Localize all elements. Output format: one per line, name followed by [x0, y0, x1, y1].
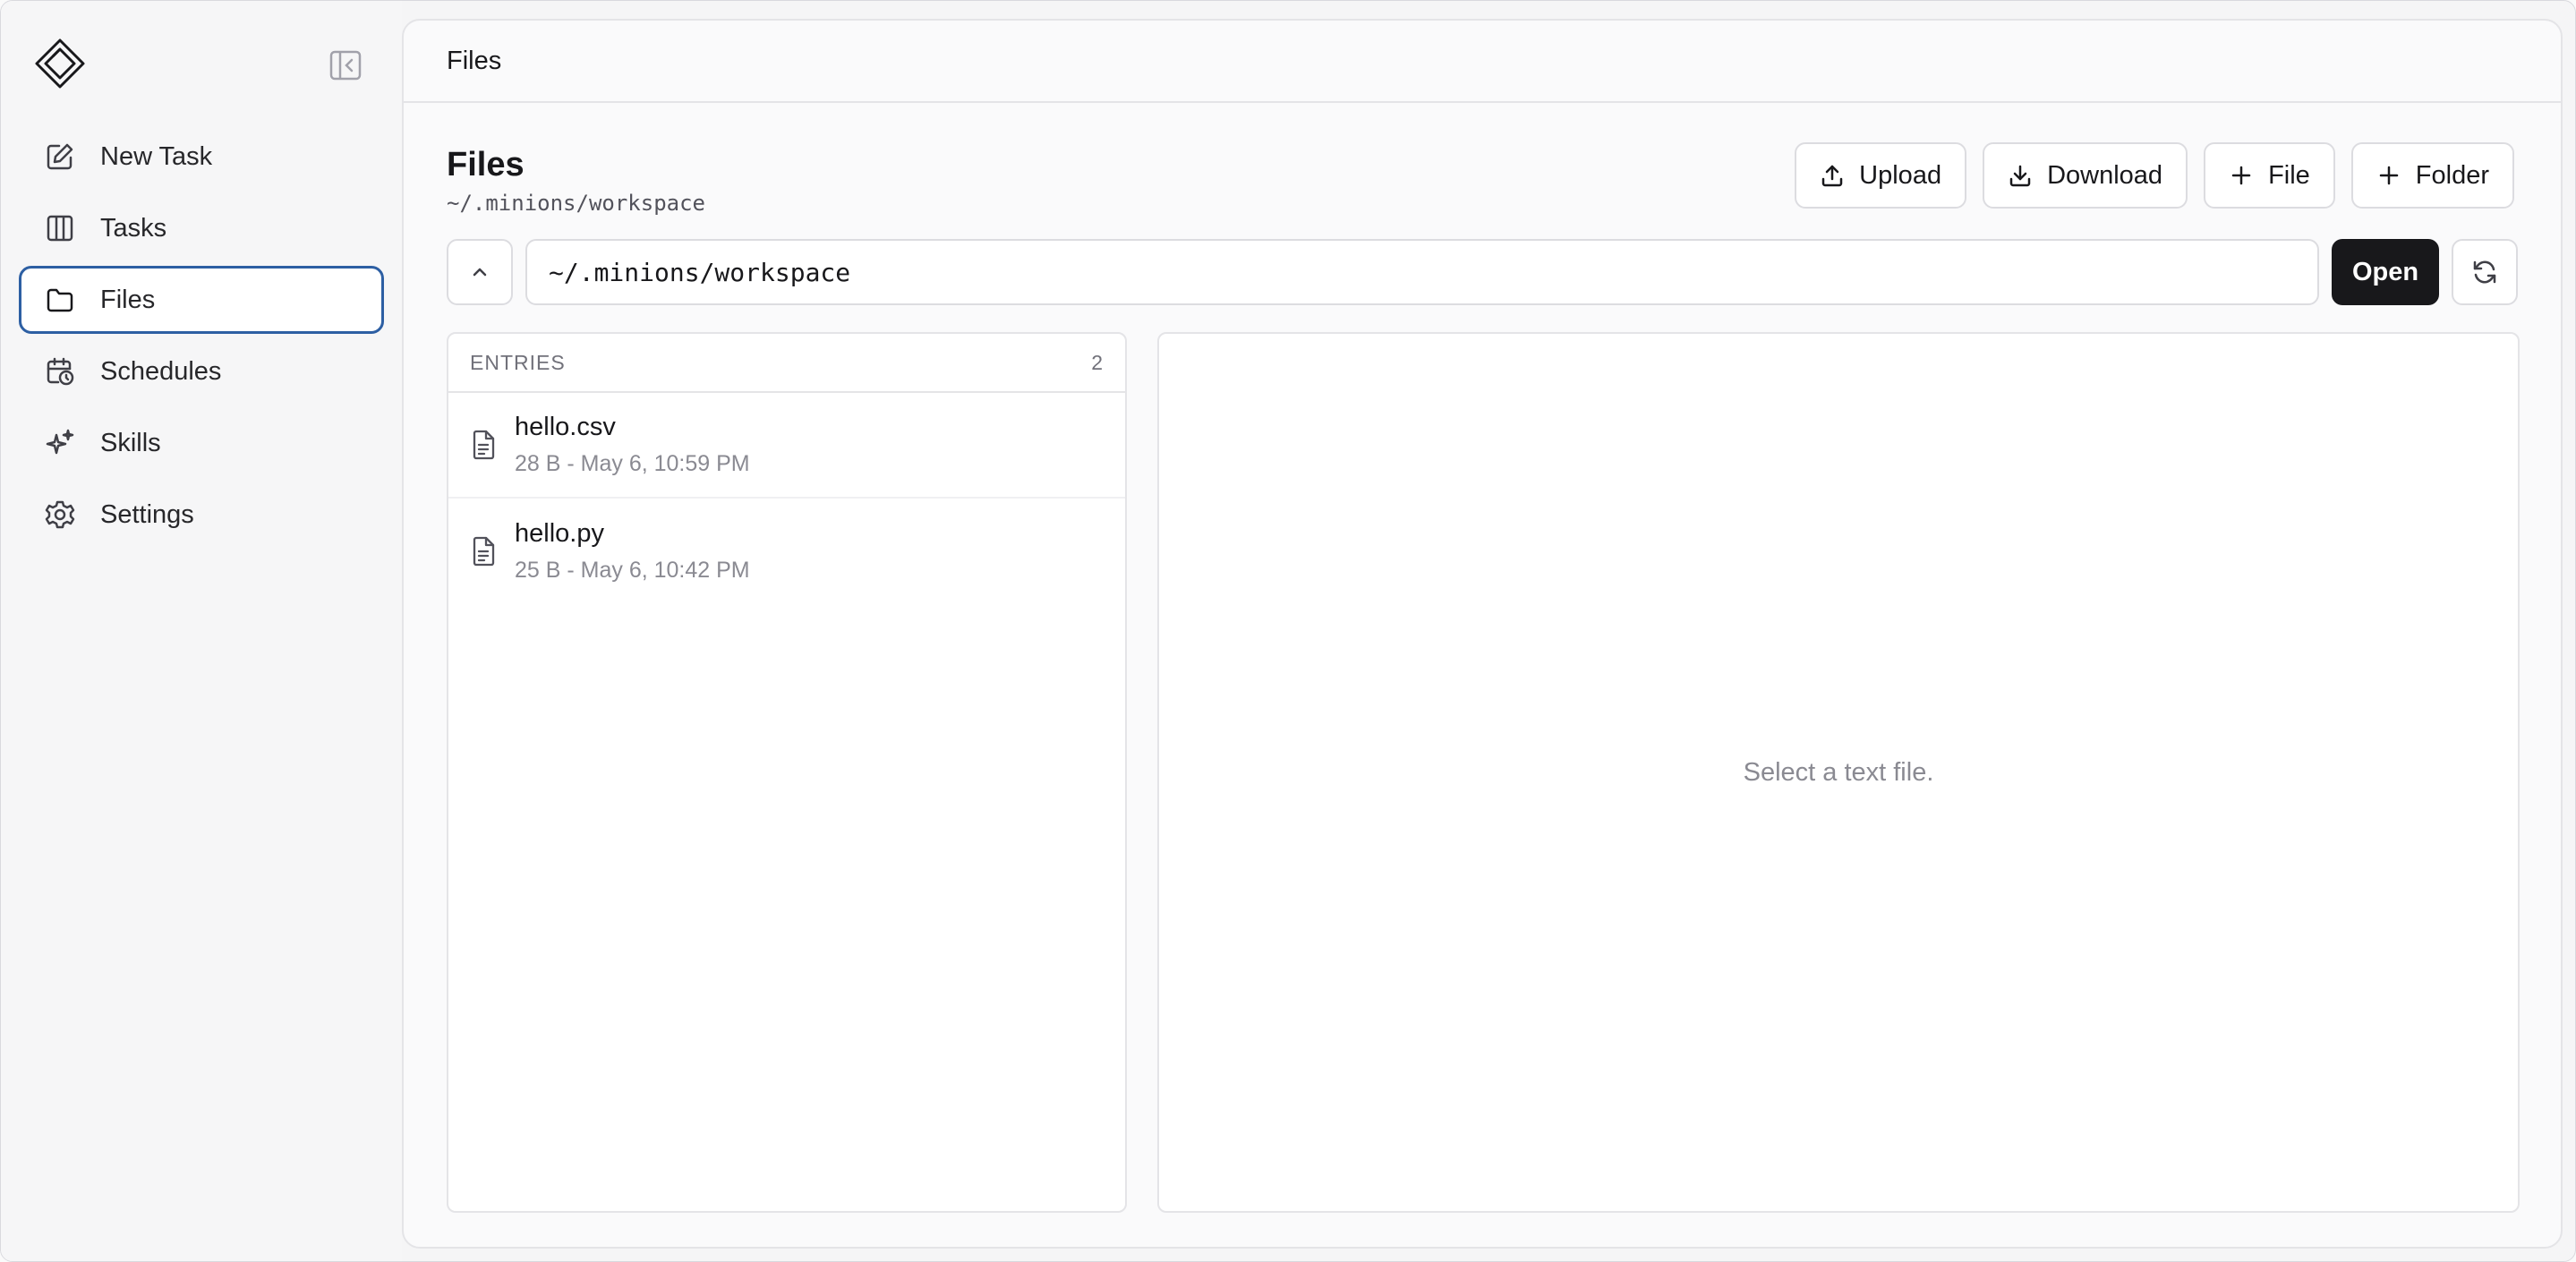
upload-button[interactable]: Upload	[1795, 142, 1967, 209]
sidebar-nav: New Task Tasks Files Schedules Skills Se…	[19, 123, 384, 552]
sidebar-item-label: Schedules	[100, 356, 222, 386]
pencil-square-icon	[47, 143, 73, 170]
file-text-icon	[473, 536, 495, 567]
sidebar-item-label: New Task	[100, 141, 213, 171]
gear-icon	[45, 500, 75, 529]
file-preview-panel: Select a text file.	[1157, 332, 2520, 1213]
file-meta: 25 B - May 6, 10:42 PM	[515, 558, 750, 583]
app-window: New Task Tasks Files Schedules Skills Se…	[0, 0, 2576, 1262]
folder-icon	[47, 288, 73, 312]
sidebar-item-tasks[interactable]: Tasks	[19, 194, 384, 262]
sidebar-item-new-task[interactable]: New Task	[19, 123, 384, 191]
file-name: hello.csv	[515, 413, 616, 441]
file-meta: 28 B - May 6, 10:59 PM	[515, 451, 750, 476]
main-panel: Files Files ~/.minions/workspace Upload	[402, 19, 2563, 1249]
diamond-logo-icon[interactable]	[33, 37, 87, 90]
path-input[interactable]	[525, 239, 2319, 305]
refresh-button[interactable]	[2452, 239, 2518, 305]
download-icon	[2009, 165, 2031, 187]
entries-panel: ENTRIES 2 hello.csv 28 B - May 6, 10:59 …	[447, 332, 1127, 1213]
parent-directory-button[interactable]	[447, 239, 513, 305]
file-list-item[interactable]: hello.csv 28 B - May 6, 10:59 PM	[448, 393, 1125, 499]
entries-header-label: ENTRIES	[470, 350, 566, 374]
page-subtitle-path: ~/.minions/workspace	[447, 191, 705, 216]
plus-icon	[2231, 166, 2251, 185]
open-button[interactable]: Open	[2332, 239, 2439, 305]
upload-icon	[1821, 165, 1843, 187]
refresh-icon	[2473, 260, 2496, 284]
path-bar: Open	[447, 239, 2518, 305]
file-list-item[interactable]: hello.py 25 B - May 6, 10:42 PM	[448, 499, 1125, 604]
topbar-title: Files	[447, 46, 502, 75]
sidebar-item-skills[interactable]: Skills	[19, 409, 384, 477]
new-folder-label: Folder	[2415, 160, 2489, 190]
action-toolbar: Upload Download File Folder	[1795, 142, 2514, 209]
download-label: Download	[2047, 160, 2163, 190]
sidebar-collapse-icon[interactable]	[328, 49, 363, 81]
sidebar-item-settings[interactable]: Settings	[19, 481, 384, 549]
chevron-up-icon	[473, 268, 487, 277]
sidebar-item-schedules[interactable]: Schedules	[19, 337, 384, 405]
upload-label: Upload	[1859, 160, 1942, 190]
file-text-icon	[473, 430, 495, 460]
sidebar-item-label: Settings	[100, 499, 194, 529]
entries-count: 2	[1091, 350, 1104, 374]
top-bar: Files	[404, 21, 2561, 103]
plus-icon	[2379, 166, 2399, 185]
new-folder-button[interactable]: Folder	[2350, 142, 2514, 209]
sidebar: New Task Tasks Files Schedules Skills Se…	[1, 1, 402, 1261]
page-title: Files	[447, 146, 525, 183]
preview-empty-message: Select a text file.	[1743, 757, 1934, 787]
sidebar-item-files[interactable]: Files	[19, 266, 384, 334]
calendar-clock-icon	[47, 357, 74, 386]
sidebar-item-label: Files	[100, 285, 156, 314]
new-file-label: File	[2268, 160, 2310, 190]
sparkles-icon	[46, 429, 74, 455]
new-file-button[interactable]: File	[2204, 142, 2335, 209]
file-name: hello.py	[515, 519, 604, 548]
sidebar-item-label: Skills	[100, 428, 161, 457]
download-button[interactable]: Download	[1983, 142, 2188, 209]
entries-header: ENTRIES 2	[448, 334, 1125, 393]
sidebar-item-label: Tasks	[100, 213, 167, 243]
columns-icon	[47, 215, 73, 242]
